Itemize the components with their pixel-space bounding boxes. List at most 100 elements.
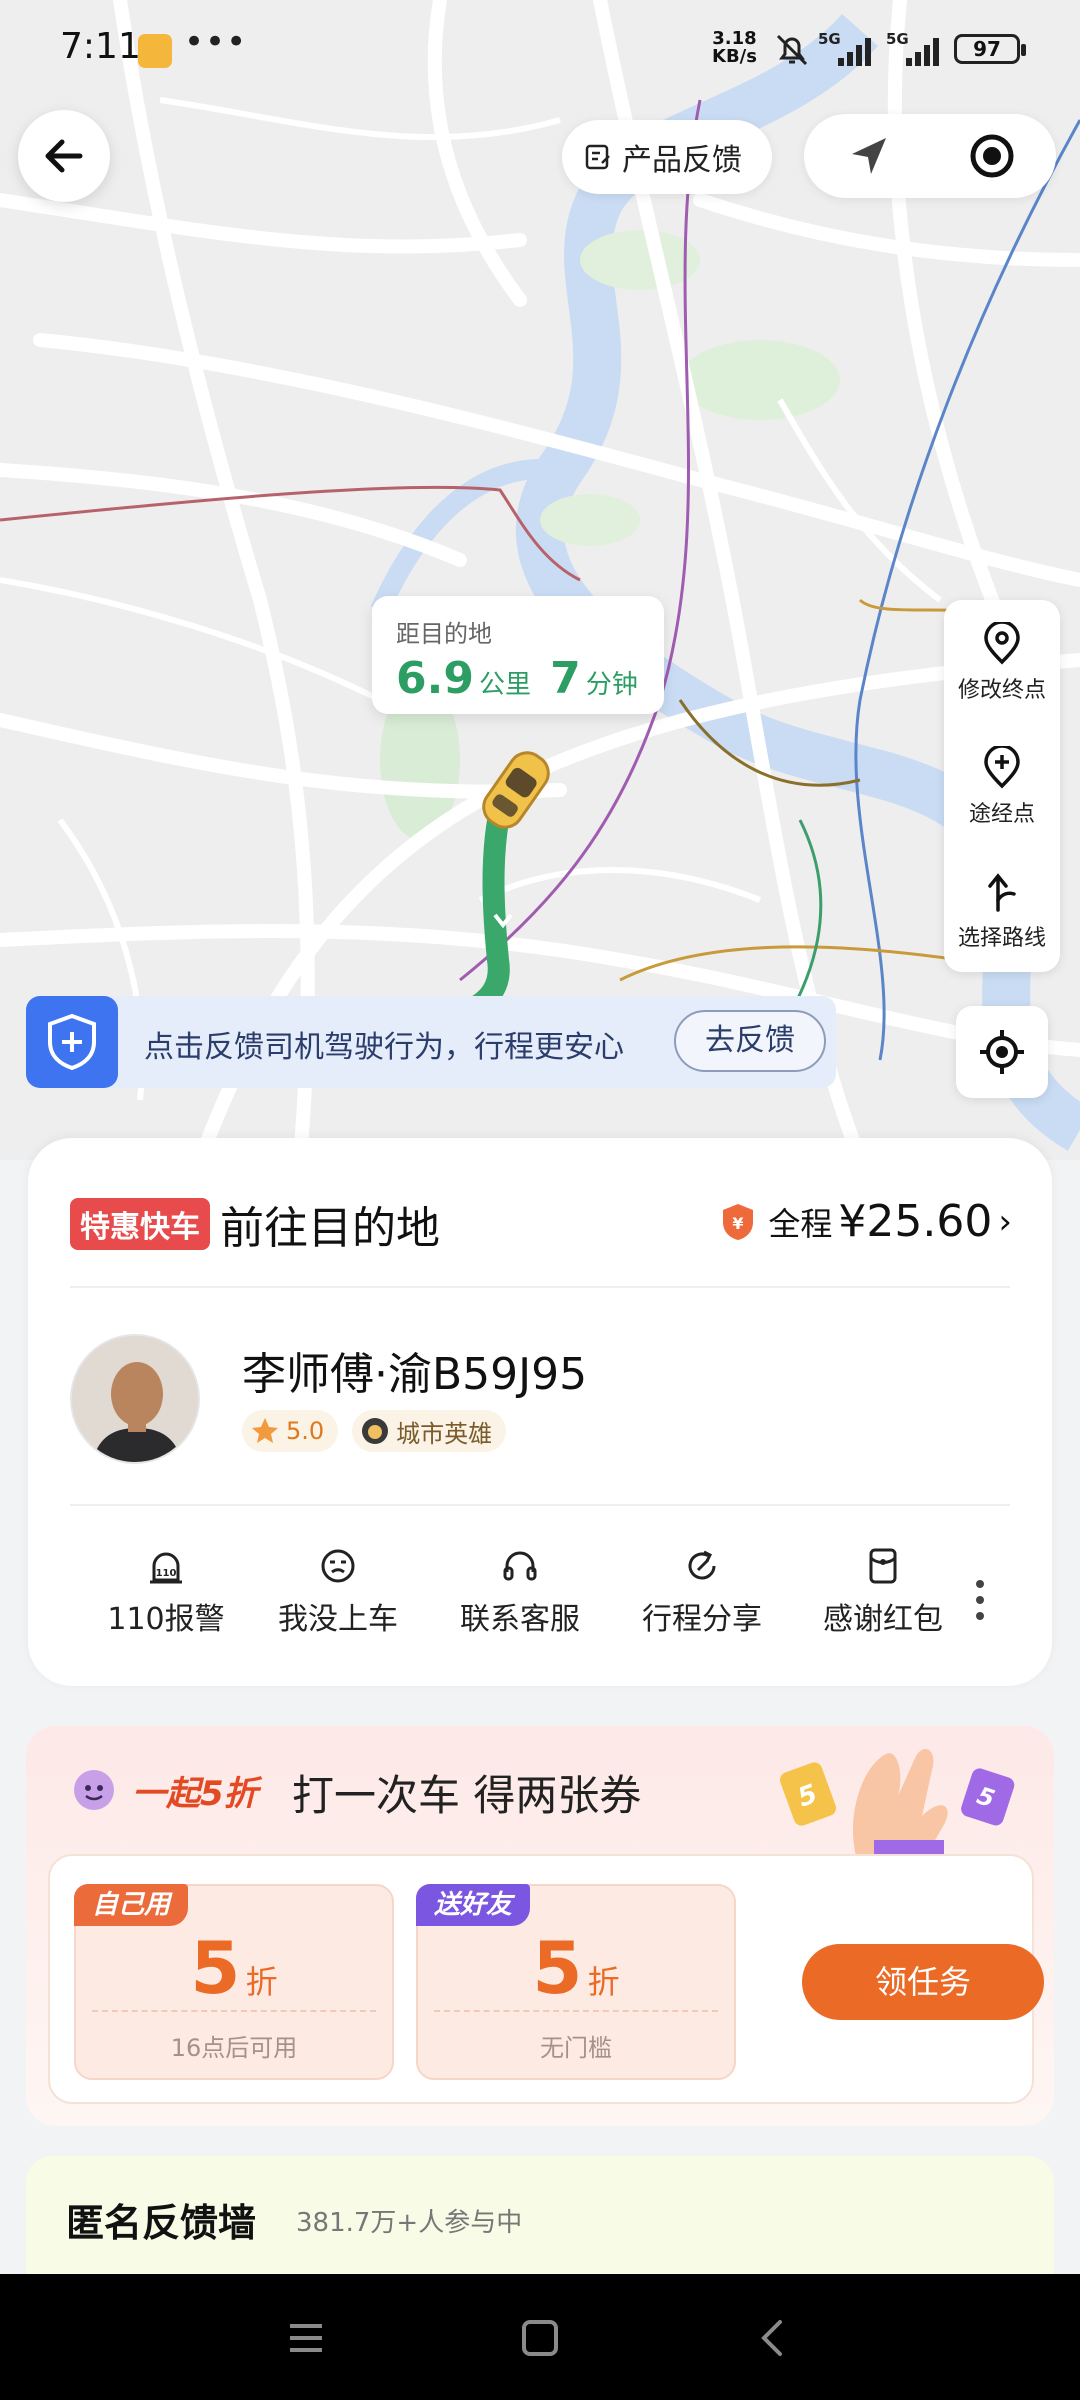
menu-icon[interactable]: [282, 2314, 330, 2362]
edit-note-icon: [585, 144, 610, 170]
trip-header: 特惠快车 前往目的地: [70, 1192, 440, 1256]
not-boarded-button[interactable]: 我没上车: [258, 1546, 418, 1638]
face-icon: [321, 1549, 355, 1583]
coupon-value: 5: [190, 1926, 241, 2010]
more-vertical-icon[interactable]: [976, 1580, 986, 1628]
coupon-divider: [434, 2010, 718, 2012]
coupon-divider: [92, 2010, 376, 2012]
battery-indicator: 97: [954, 34, 1026, 64]
coupon-unit: 折: [587, 1963, 620, 2001]
share-icon: [688, 1550, 716, 1580]
mute-bell-icon: [776, 34, 808, 66]
product-feedback-label: 产品反馈: [622, 143, 742, 178]
route-fork-icon: [988, 873, 1016, 912]
trip-status: 前往目的地: [220, 1203, 440, 1254]
edit-destination-label: 修改终点: [957, 678, 1046, 703]
fare-shield-icon: ¥: [723, 1203, 754, 1240]
time-value: 7: [550, 653, 581, 704]
divider: [70, 1286, 1010, 1288]
chevron-right-icon: ›: [998, 1201, 1012, 1242]
honor-chip: 城市英雄: [352, 1410, 507, 1452]
navigation-arrow-icon[interactable]: [844, 132, 892, 180]
high-five-hands-icon: 5 5: [780, 1748, 1015, 1856]
edit-destination-button[interactable]: 修改终点: [944, 600, 1060, 724]
action-label: 我没上车: [278, 1602, 398, 1637]
shield-plus-icon: [26, 996, 118, 1088]
map-side-tools: 修改终点 途经点 选择路线: [944, 600, 1060, 972]
add-waypoint-label: 途经点: [968, 802, 1035, 827]
svg-text:¥: ¥: [733, 1214, 744, 1233]
choose-route-button[interactable]: 选择路线: [944, 848, 1060, 972]
avatar[interactable]: [70, 1334, 200, 1464]
signal-label-1: 5G: [818, 30, 841, 48]
distance-label: 距目的地: [396, 620, 492, 648]
trip-card: 特惠快车 前往目的地 ¥ 全程 ¥25.60 › 李师傅·渝B59J95 5.0: [28, 1138, 1052, 1686]
network-speed-unit: KB/s: [712, 46, 757, 67]
trip-actions: 110 110报警 我没上车 联系客服 行程分享 感谢红包: [48, 1546, 1032, 1656]
wall-subtitle: 381.7万+人参与中: [296, 2208, 523, 2238]
product-feedback-button[interactable]: 产品反馈: [562, 120, 772, 194]
signal-label-2: 5G: [886, 30, 909, 48]
anonymous-feedback-wall[interactable]: 匿名反馈墙 381.7万+人参与中: [26, 2156, 1054, 2276]
promo-section[interactable]: 一起5折 打一次车 得两张券 5 5 自己用 5 折 16点后可用 送好友 5 …: [26, 1726, 1054, 2126]
locate-me-button[interactable]: [956, 1006, 1048, 1098]
coupon-ribbon: 自己用: [74, 1884, 189, 1926]
coupon-unit: 折: [245, 1963, 278, 2001]
record-icon[interactable]: [968, 132, 1016, 180]
status-bar: 7:11 ••• 3.18 KB/s 5G 5G 97: [0, 0, 1080, 100]
time-unit: 分钟: [585, 670, 638, 700]
go-feedback-button[interactable]: 去反馈: [674, 1010, 826, 1072]
rating-value: 5.0: [286, 1417, 325, 1445]
back-button[interactable]: [18, 110, 110, 202]
promo-tag: 一起5折: [132, 1774, 258, 1814]
fare-button[interactable]: ¥ 全程 ¥25.60 ›: [720, 1196, 1012, 1247]
crosshair-icon: [980, 1030, 1024, 1074]
fare-amount: ¥25.60: [838, 1196, 993, 1247]
signal-5g-icon: 5G: [886, 30, 939, 66]
coupon-panel: 自己用 5 折 16点后可用 送好友 5 折 无门槛 领任务: [48, 1854, 1044, 2104]
red-packet-icon: [869, 1548, 897, 1584]
driving-feedback-banner[interactable]: 点击反馈司机驾驶行为，行程更安心 去反馈: [26, 996, 836, 1088]
pin-icon: [984, 622, 1020, 665]
arrow-left-icon: [45, 139, 83, 173]
svg-text:110: 110: [156, 1568, 177, 1579]
notification-app-icon: [138, 34, 172, 68]
add-waypoint-button[interactable]: 途经点: [944, 724, 1060, 848]
coupon-condition: 无门槛: [540, 2034, 612, 2062]
map-top-tools: [804, 114, 1056, 198]
distance-unit: 公里: [479, 670, 532, 700]
police-110-button[interactable]: 110 110报警: [86, 1546, 246, 1638]
headset-icon: [503, 1551, 537, 1581]
promo-headline: 打一次车 得两张券: [292, 1771, 642, 1820]
rating-chip: 5.0: [242, 1410, 339, 1452]
coupon-condition: 16点后可用: [170, 2034, 298, 2062]
coupon-friend: 送好友 5 折 无门槛: [416, 1884, 736, 2080]
plus-pin-icon: [984, 746, 1020, 789]
back-chevron-icon[interactable]: [750, 2314, 798, 2362]
system-nav-bar: [0, 2274, 1080, 2400]
customer-service-button[interactable]: 联系客服: [440, 1546, 600, 1638]
network-speed: 3.18 KB/s: [712, 30, 757, 66]
signal-5g-icon: 5G: [818, 30, 871, 66]
claim-task-button[interactable]: 领任务: [802, 1944, 1044, 2020]
coupon-self: 自己用 5 折 16点后可用: [74, 1884, 394, 2080]
waving-hand-icon: [74, 1770, 114, 1810]
thanks-red-packet-button[interactable]: 感谢红包: [803, 1546, 963, 1638]
more-notifications-icon: •••: [184, 22, 248, 62]
share-trip-button[interactable]: 行程分享: [622, 1546, 782, 1638]
coupon-ribbon: 送好友: [416, 1884, 531, 1926]
action-label: 感谢红包: [823, 1602, 943, 1637]
home-square-icon[interactable]: [516, 2314, 564, 2362]
status-time: 7:11: [60, 26, 141, 67]
driver-name-plate: 李师傅·渝B59J95: [242, 1349, 588, 1400]
distance-value: 6.9: [396, 653, 474, 704]
wall-title: 匿名反馈墙: [66, 2201, 257, 2245]
coupon-value: 5: [532, 1926, 583, 2010]
service-badge: 特惠快车: [70, 1198, 210, 1250]
honor-label: 城市英雄: [396, 1419, 493, 1448]
banner-text: 点击反馈司机驾驶行为，行程更安心: [144, 1030, 624, 1065]
fare-label: 全程: [768, 1204, 833, 1243]
choose-route-label: 选择路线: [957, 926, 1046, 951]
star-icon: [252, 1418, 278, 1443]
action-label: 110报警: [107, 1602, 225, 1637]
